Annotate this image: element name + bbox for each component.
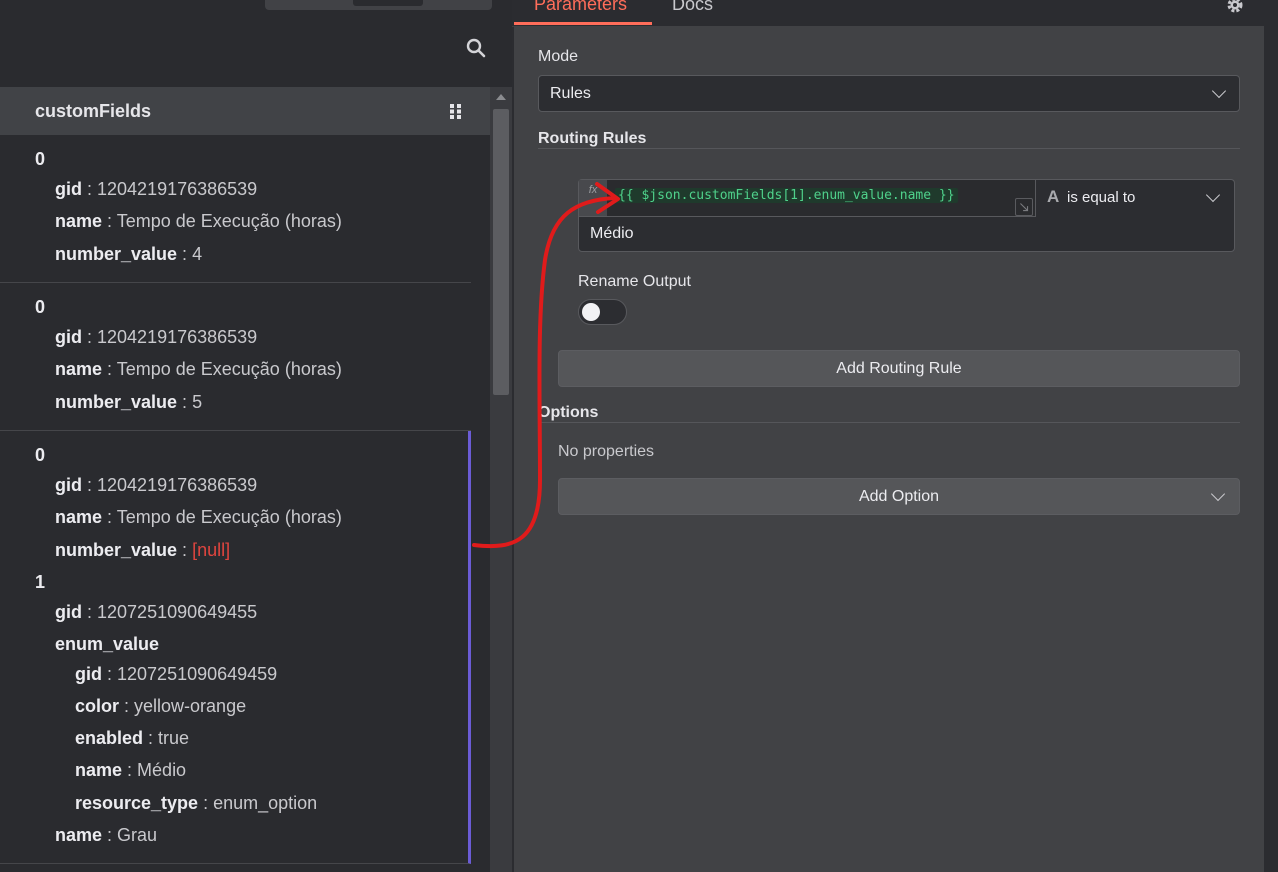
field-line: name : Tempo de Execução (horas)	[55, 359, 342, 379]
rename-output-label: Rename Output	[578, 273, 691, 290]
rename-output-toggle[interactable]	[578, 299, 627, 325]
search-icon[interactable]	[465, 37, 487, 59]
expression-badge: fx	[579, 180, 607, 216]
table-row-selected[interactable]: 0 gid : 1204219176386539 name : Tempo de…	[0, 431, 471, 864]
field-line: number_value : [null]	[55, 540, 231, 560]
scrollbar-thumb[interactable]	[493, 109, 509, 395]
field-line: name : Tempo de Execução (horas)	[55, 507, 342, 527]
chevron-down-icon	[1211, 83, 1227, 99]
toggle-knob	[582, 303, 600, 321]
expression-text: {{ $json.customFields[1].enum_value.name…	[615, 188, 958, 203]
table-row[interactable]: 0 gid : 1204219176386539 name : Tempo de…	[0, 283, 471, 431]
operator-value: is equal to	[1067, 189, 1136, 206]
string-type-icon: A	[1047, 187, 1060, 206]
field-line: color : yellow-orange	[75, 696, 247, 716]
field-line: number_value : 5	[55, 392, 203, 412]
active-tab-indicator	[514, 22, 652, 25]
field-line: gid : 1207251090649459	[75, 664, 278, 684]
table-row[interactable]: 0 gid : 1204219176386539 name : Tempo de…	[0, 135, 471, 283]
array-index: 0	[35, 297, 46, 317]
column-title: customFields	[35, 100, 152, 121]
tab-bar: Parameters Docs	[512, 0, 1278, 27]
routing-rules-label: Routing Rules	[538, 130, 647, 147]
panel-edge	[1264, 26, 1278, 872]
mode-label: Mode	[538, 48, 579, 65]
operator-select[interactable]: A is equal to	[1035, 180, 1234, 216]
field-line: name : Grau	[55, 825, 158, 845]
chevron-down-icon	[1210, 486, 1226, 502]
drag-handle-icon[interactable]	[449, 103, 463, 119]
scroll-up-icon[interactable]	[496, 94, 506, 100]
field-line: name : Médio	[75, 760, 187, 780]
column-header: customFields	[0, 87, 490, 135]
chevron-down-icon	[1205, 187, 1221, 203]
field-line: name : Tempo de Execução (horas)	[55, 211, 342, 231]
field-line: enabled : true	[75, 728, 190, 748]
expand-icon[interactable]	[1015, 198, 1033, 216]
field-line: gid : 1204219176386539	[55, 475, 258, 495]
expression-field[interactable]: fx {{ $json.customFields[1].enum_value.n…	[579, 180, 1036, 217]
field-line: number_value : 4	[55, 244, 203, 264]
parameters-body: Mode Rules Routing Rules fx {{ $json.cus…	[514, 26, 1264, 872]
null-value: [null]	[192, 540, 231, 560]
mode-value: Rules	[550, 84, 591, 102]
tab-docs[interactable]: Docs	[672, 0, 713, 24]
array-index: 0	[35, 445, 46, 465]
field-line: resource_type : enum_option	[75, 793, 318, 813]
field-line: enum_value	[55, 634, 160, 654]
no-properties-text: No properties	[558, 443, 655, 460]
tab-parameters[interactable]: Parameters	[534, 0, 627, 24]
mode-select[interactable]: Rules	[538, 75, 1240, 112]
input-data-panel: customFields 0 gid : 1204219176386539 na…	[0, 0, 512, 872]
divider	[538, 148, 1240, 149]
routing-rule: fx {{ $json.customFields[1].enum_value.n…	[578, 179, 1235, 252]
gear-icon[interactable]	[1226, 0, 1244, 14]
add-option-label: Add Option	[858, 487, 940, 505]
field-line: gid : 1207251090649455	[55, 602, 258, 622]
divider	[538, 422, 1240, 423]
add-option-button[interactable]: Add Option	[558, 478, 1240, 515]
field-line: gid : 1204219176386539	[55, 179, 258, 199]
field-line: gid : 1204219176386539	[55, 327, 258, 347]
comparison-value-input[interactable]: Médio	[579, 217, 1234, 251]
parameters-panel: Parameters Docs Mode Rules Routing Rules…	[512, 0, 1278, 872]
options-label: Options	[538, 404, 599, 421]
top-field-handle	[353, 0, 423, 6]
add-routing-rule-button[interactable]: Add Routing Rule	[558, 350, 1240, 387]
array-index: 0	[35, 149, 46, 169]
array-index: 1	[35, 572, 46, 592]
data-rows: 0 gid : 1204219176386539 name : Tempo de…	[0, 135, 471, 864]
